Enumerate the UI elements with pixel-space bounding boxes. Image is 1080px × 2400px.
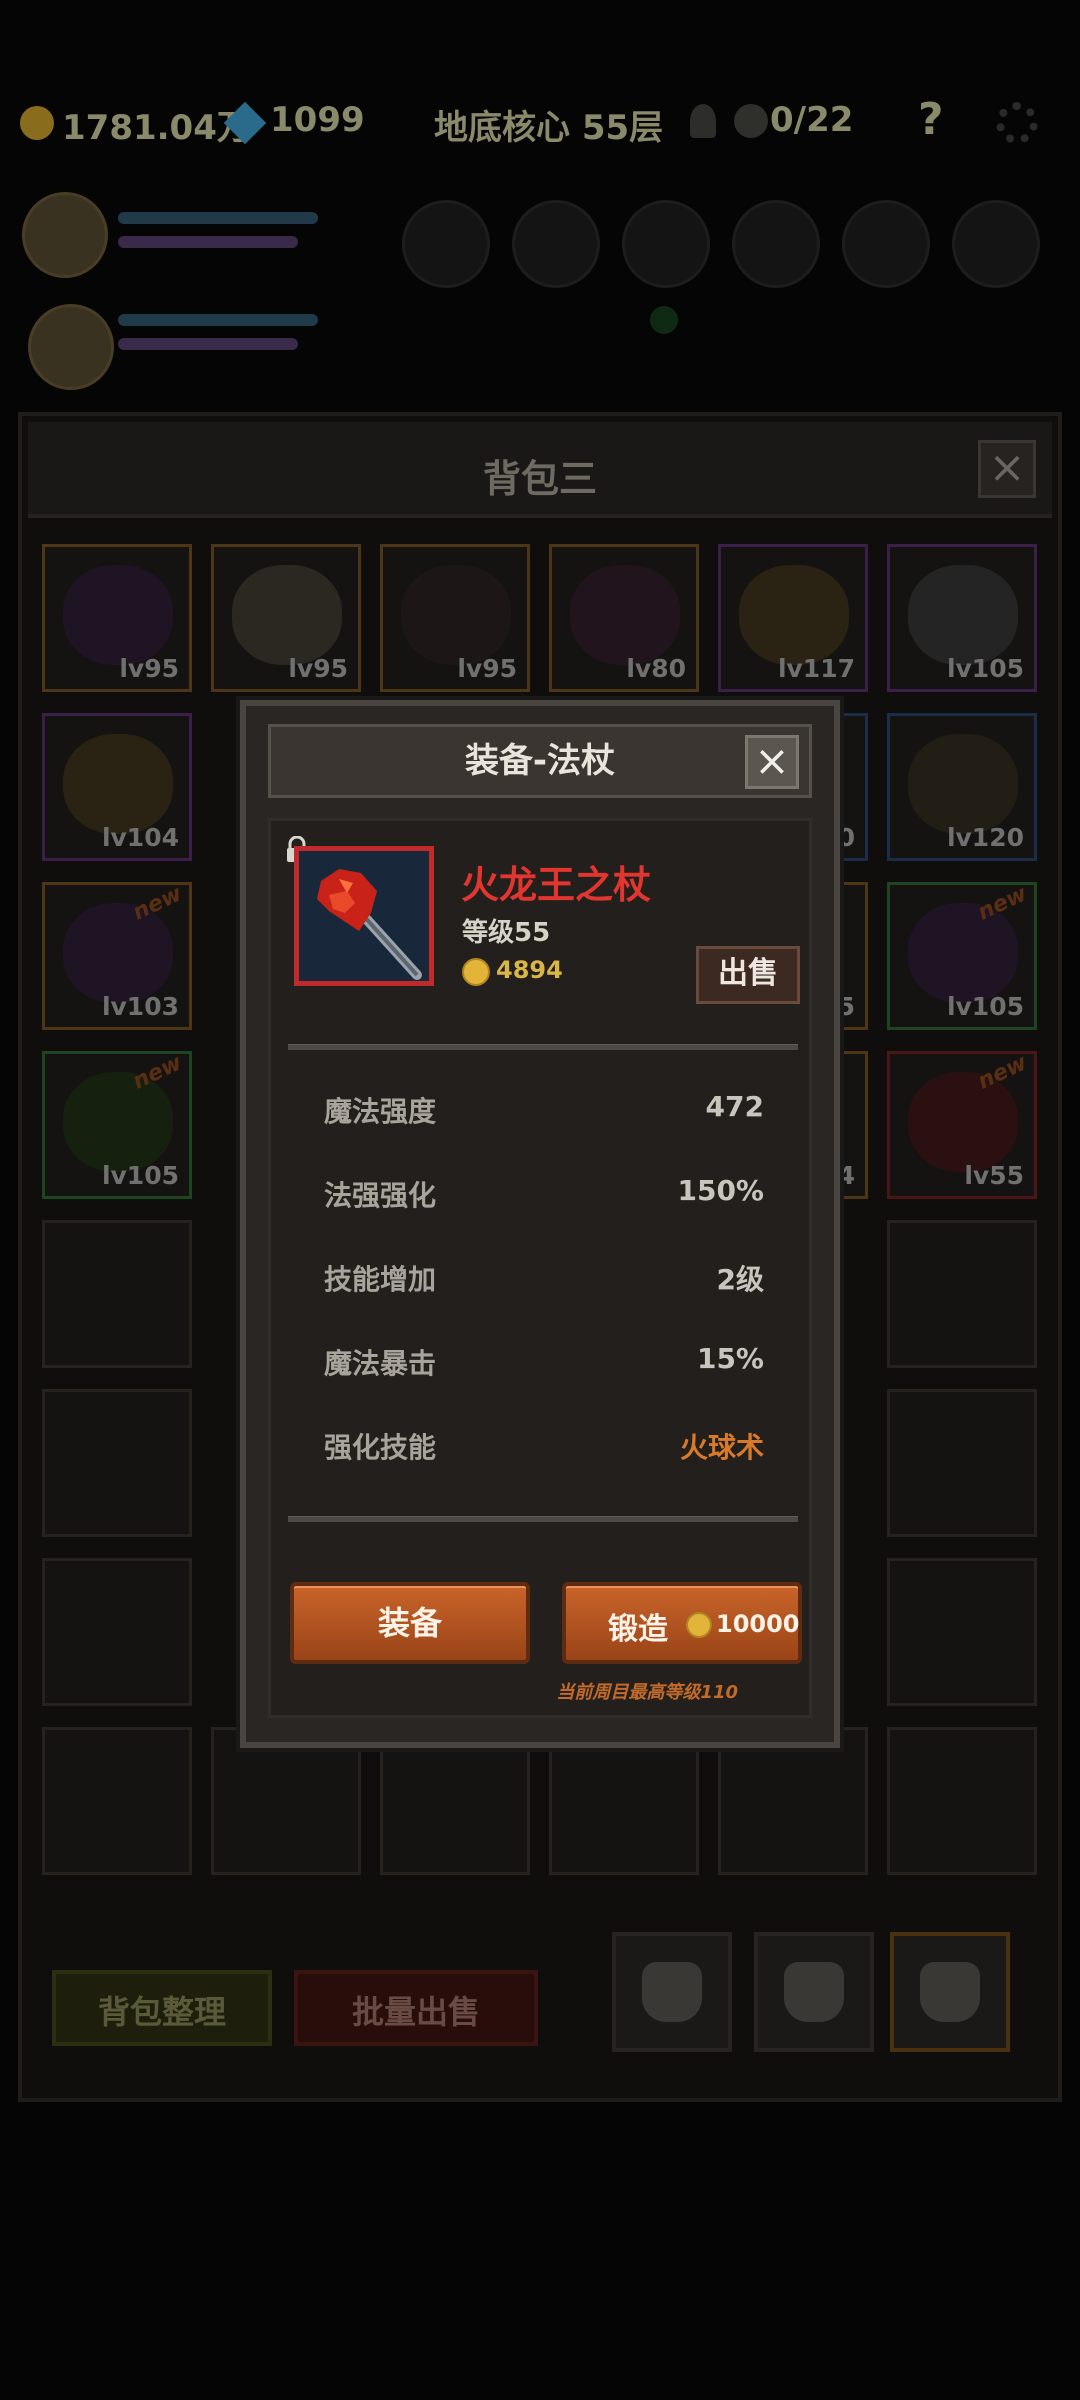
- backpack-slot[interactable]: lv117: [718, 544, 868, 692]
- backpack-slot[interactable]: lv95: [211, 544, 361, 692]
- equip-slot-ring[interactable]: [842, 200, 930, 288]
- backpack-slot[interactable]: lv120: [887, 713, 1037, 861]
- backpack-close-button[interactable]: ×: [978, 440, 1036, 498]
- kill-counter: 0/22: [770, 100, 854, 140]
- backpack-slot[interactable]: lv95: [380, 544, 530, 692]
- gold-coin-icon: [462, 958, 490, 986]
- backpack-slot[interactable]: lv105: [887, 544, 1037, 692]
- dialog-header: 装备-法杖 ×: [268, 724, 812, 798]
- stat-label: 强化技能: [324, 1431, 437, 1464]
- backpack-slot[interactable]: new lv105: [887, 881, 1037, 1030]
- backpack-slot-empty[interactable]: [42, 1727, 192, 1875]
- hero-portrait-1[interactable]: [22, 192, 108, 278]
- equip-slot-weapon[interactable]: [622, 200, 710, 288]
- backpack-slot[interactable]: new lv103: [42, 881, 192, 1030]
- dialog-title: 装备-法杖: [464, 741, 616, 781]
- backpack-slot-empty[interactable]: [42, 1558, 192, 1706]
- stat-row-magic-boost: 法强强化 150%: [324, 1174, 764, 1214]
- gear-icon[interactable]: [996, 102, 1038, 144]
- forge-label: 锻造: [608, 1612, 668, 1647]
- equip-slot-armor[interactable]: [512, 200, 600, 288]
- backpack-slot[interactable]: new lv55: [887, 1050, 1037, 1199]
- hero-2-hp-bar: [118, 314, 318, 326]
- gem-amount: 1099: [270, 100, 365, 140]
- question-icon[interactable]: ?: [918, 94, 944, 145]
- stat-value: 472: [705, 1090, 764, 1123]
- sell-button[interactable]: 出售: [696, 946, 800, 1004]
- forge-button[interactable]: 锻造 10000: [562, 1582, 802, 1664]
- backpack-slot-empty[interactable]: [887, 1220, 1037, 1368]
- item-level: 等级55: [462, 918, 551, 948]
- stat-value: 15%: [696, 1342, 764, 1375]
- backpack-slot[interactable]: new lv105: [42, 1050, 192, 1199]
- backpack-tab-2[interactable]: [754, 1932, 874, 2052]
- equip-slot-helmet[interactable]: [402, 200, 490, 288]
- stat-row-enhanced-skill: 强化技能 火球术: [324, 1426, 764, 1466]
- hero-portrait-2[interactable]: [28, 304, 114, 390]
- equip-slot-amulet[interactable]: [952, 200, 1040, 288]
- key-icon: [690, 104, 716, 138]
- item-name: 火龙王之杖: [461, 863, 652, 907]
- location-label[interactable]: 地底核心 55层: [434, 100, 663, 149]
- gold-amount: 1781.04万: [62, 108, 251, 148]
- backpack-slot-empty[interactable]: [380, 1727, 530, 1875]
- backpack-slot-empty[interactable]: [42, 1389, 192, 1537]
- stat-row-magic-crit: 魔法暴击 15%: [324, 1342, 764, 1382]
- fire-staff-icon: [299, 851, 429, 981]
- backpack-slot[interactable]: lv80: [549, 544, 699, 692]
- backpack-slot-empty[interactable]: [549, 1727, 699, 1875]
- gold-coin-icon: [20, 106, 54, 140]
- sort-backpack-button[interactable]: 背包整理: [52, 1970, 272, 2046]
- stat-label: 技能增加: [324, 1263, 437, 1296]
- divider: [288, 1044, 798, 1050]
- backpack-title: 背包三: [482, 457, 597, 501]
- divider: [288, 1516, 798, 1522]
- gold-coin-icon: [686, 1612, 712, 1638]
- stat-label: 魔法强度: [324, 1095, 437, 1128]
- backpack-tab-1[interactable]: [612, 1932, 732, 2052]
- stat-value: 2级: [716, 1263, 764, 1296]
- backpack-slot-empty[interactable]: [211, 1727, 361, 1875]
- stat-row-skill-bonus: 技能增加 2级: [324, 1258, 764, 1298]
- close-button[interactable]: ×: [745, 735, 799, 789]
- backpack-slot-empty[interactable]: [42, 1220, 192, 1368]
- item-detail-dialog: 装备-法杖 × 火龙王之杖 等级55 4894 出售 魔法强度 472 法强强化…: [240, 700, 840, 1748]
- stat-row-magic-power: 魔法强度 472: [324, 1090, 764, 1130]
- max-level-note: 当前周目最高等级110: [556, 1682, 738, 1703]
- equip-button[interactable]: 装备: [290, 1582, 530, 1664]
- hero-1-hp-bar: [118, 212, 318, 224]
- hero-1-mp-bar: [118, 236, 298, 248]
- bag-icon: [920, 1962, 980, 2022]
- backpack-slot-empty[interactable]: [718, 1727, 868, 1875]
- hero-2-mp-bar: [118, 338, 298, 350]
- equip-slot-offhand[interactable]: [732, 200, 820, 288]
- stat-value: 150%: [677, 1174, 764, 1207]
- backpack-slot[interactable]: lv95: [42, 544, 192, 692]
- stat-value: 火球术: [679, 1431, 764, 1464]
- stat-label: 魔法暴击: [324, 1347, 437, 1380]
- skull-icon: [734, 104, 768, 138]
- backpack-slot[interactable]: lv104: [42, 713, 192, 861]
- bulk-sell-button[interactable]: 批量出售: [294, 1970, 538, 2046]
- bag-icon: [642, 1962, 702, 2022]
- backpack-slot-empty[interactable]: [887, 1389, 1037, 1537]
- bag-icon: [784, 1962, 844, 2022]
- item-price: 4894: [496, 956, 563, 984]
- backpack-slot-empty[interactable]: [887, 1558, 1037, 1706]
- backpack-slot-empty[interactable]: [887, 1727, 1037, 1875]
- backpack-tab-3[interactable]: [890, 1932, 1010, 2052]
- stat-label: 法强强化: [324, 1179, 437, 1212]
- item-icon[interactable]: [294, 846, 434, 986]
- plus-icon[interactable]: [650, 306, 678, 334]
- forge-cost: 10000: [716, 1610, 800, 1638]
